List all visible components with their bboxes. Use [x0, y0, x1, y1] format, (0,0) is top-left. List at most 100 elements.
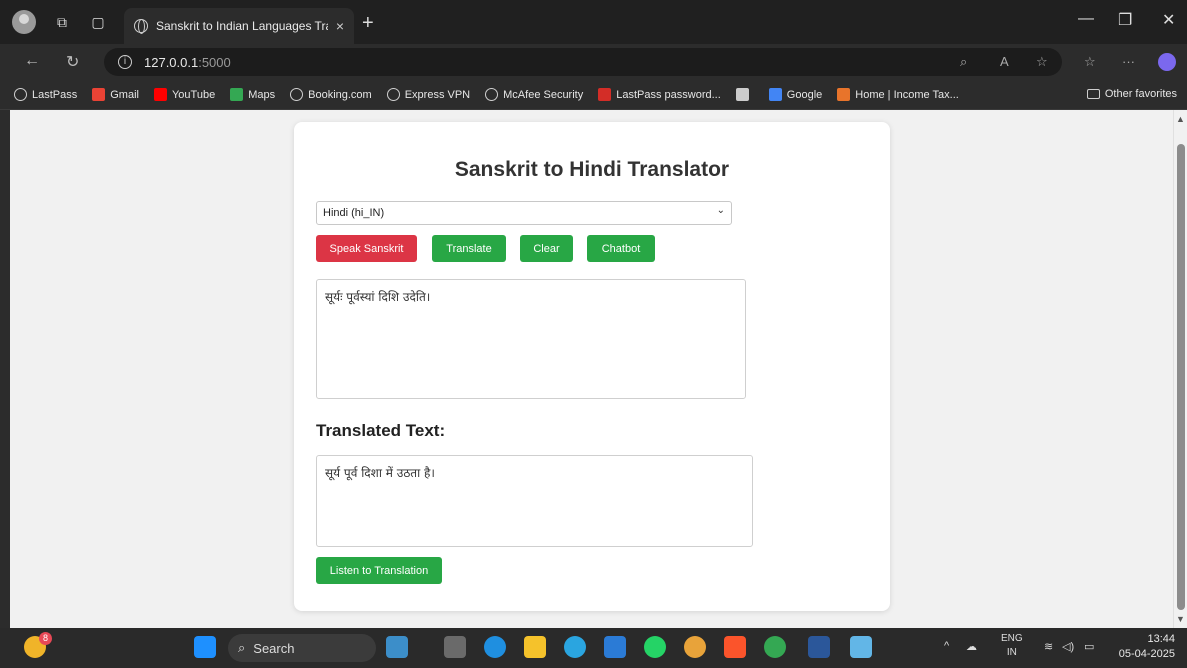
translation-output[interactable]: सूर्य पूर्व दिशा में उठता है। — [316, 455, 753, 547]
bookmark-item[interactable]: Home | Income Tax... — [837, 88, 959, 101]
more-menu-icon[interactable]: ··· — [1122, 54, 1135, 69]
language-select[interactable]: Hindi (hi_IN) ⌄ — [316, 201, 732, 225]
folder-icon — [1086, 89, 1100, 99]
bookmark-label: YouTube — [171, 88, 216, 101]
maps-icon — [230, 88, 244, 101]
clear-button[interactable]: Clear — [520, 235, 573, 262]
taskbar-search[interactable]: ⌕ Search — [228, 634, 376, 662]
other-favorites-label: Other favorites — [1104, 88, 1177, 100]
widgets-icon[interactable] — [386, 636, 408, 658]
bookmark-label: Express VPN — [404, 88, 471, 101]
bookmark-item[interactable]: Maps — [230, 88, 275, 101]
incometax-icon — [837, 88, 851, 101]
window-edge — [0, 110, 10, 628]
copilot-icon[interactable] — [1158, 53, 1176, 71]
chrome-profile-icon[interactable] — [764, 636, 786, 658]
zoom-icon[interactable]: ⌕ — [960, 54, 967, 70]
globe-icon — [386, 88, 400, 101]
bookmark-item[interactable]: Booking.com — [290, 88, 372, 101]
refresh-icon[interactable]: ↻ — [66, 52, 79, 72]
volume-icon[interactable]: ◁) — [1062, 640, 1074, 653]
task-view-icon[interactable] — [444, 636, 466, 658]
close-window-icon[interactable]: ✕ — [1162, 10, 1175, 30]
favorite-star-icon[interactable]: ☆ — [1036, 54, 1048, 70]
input-language[interactable]: ENG IN — [1001, 632, 1023, 660]
whatsapp-icon[interactable] — [644, 636, 666, 658]
clock[interactable]: 13:44 05-04-2025 — [1119, 632, 1175, 662]
network-cloud-icon[interactable]: ☁ — [966, 640, 977, 653]
page-viewport: Sanskrit to Hindi Translator Hindi (hi_I… — [10, 110, 1173, 628]
bookmark-item[interactable]: Express VPN — [386, 88, 471, 101]
lastpass-icon — [598, 88, 612, 101]
google-icon — [768, 88, 782, 101]
bookmark-item[interactable]: YouTube — [153, 88, 216, 101]
bookmark-label: Maps — [248, 88, 276, 101]
restore-icon[interactable]: ❐ — [1118, 10, 1132, 30]
bookmark-label: Google — [786, 88, 823, 101]
bookmark-item[interactable]: LastPass — [14, 88, 77, 101]
weather-icon[interactable]: 8 — [24, 632, 52, 658]
address-bar-row: ← ↻ i 127.0.0.1:5000 ⌕ A ☆ ☆ ··· — [0, 44, 1187, 80]
lang-top: ENG — [1001, 633, 1023, 644]
tray-chevron-icon[interactable]: ^ — [944, 640, 949, 652]
chevron-down-icon: ⌄ — [716, 205, 725, 216]
file-explorer-icon[interactable] — [524, 636, 546, 658]
bookmark-label: Home | Income Tax... — [855, 88, 959, 101]
bookmark-item[interactable] — [735, 88, 754, 101]
globe-icon — [134, 19, 148, 34]
scroll-down-icon[interactable]: ▼ — [1176, 614, 1185, 624]
workspaces-icon[interactable]: ⧉ — [52, 12, 72, 32]
globe-icon — [14, 88, 27, 101]
read-aloud-icon[interactable]: A — [1000, 54, 1009, 69]
speak-sanskrit-button[interactable]: Speak Sanskrit — [316, 235, 417, 262]
tab-title: Sanskrit to Indian Languages Tran — [156, 19, 328, 33]
sanskrit-input[interactable]: सूर्यः पूर्वस्यां दिशि उदेति। — [316, 279, 746, 399]
url-port: :5000 — [198, 54, 231, 70]
scroll-thumb[interactable] — [1177, 144, 1185, 610]
favorites-icon[interactable]: ☆ — [1084, 54, 1096, 70]
search-icon: ⌕ — [238, 640, 246, 655]
taskbar: 8 ⌕ Search ^ ☁ ENG IN ≋ ◁) ▭ 13:44 05-04… — [0, 628, 1187, 668]
other-favorites[interactable]: Other favorites — [1086, 88, 1177, 100]
vscode-icon[interactable] — [604, 636, 626, 658]
globe-icon — [290, 88, 304, 101]
site-info-icon[interactable]: i — [118, 55, 132, 69]
bookmark-item[interactable]: LastPass password... — [598, 88, 721, 101]
word-icon[interactable] — [808, 636, 830, 658]
bookmark-label: McAfee Security — [503, 88, 584, 101]
close-tab-icon[interactable]: × — [336, 18, 344, 34]
bookmark-item[interactable]: Gmail — [92, 88, 139, 101]
edge-icon — [735, 88, 749, 101]
translated-heading: Translated Text: — [316, 421, 446, 440]
youtube-icon — [153, 88, 167, 101]
date: 05-04-2025 — [1118, 648, 1175, 660]
vertical-tabs-icon[interactable]: ▢ — [88, 12, 108, 32]
chrome-icon[interactable] — [684, 636, 706, 658]
bookmark-label: LastPass password... — [616, 88, 721, 101]
back-icon[interactable]: ← — [24, 52, 40, 70]
scroll-up-icon[interactable]: ▲ — [1176, 114, 1185, 124]
page-title: Sanskrit to Hindi Translator — [454, 158, 730, 181]
chatbot-button[interactable]: Chatbot — [587, 235, 655, 262]
translate-button[interactable]: Translate — [432, 235, 506, 262]
edge-icon[interactable] — [484, 636, 506, 658]
windows-start-icon[interactable] — [194, 636, 216, 658]
profile-avatar-icon[interactable] — [12, 10, 36, 34]
bookmark-item[interactable]: McAfee Security — [485, 88, 583, 101]
listen-button[interactable]: Listen to Translation — [316, 557, 442, 584]
brave-icon[interactable] — [724, 636, 746, 658]
url-field[interactable]: i 127.0.0.1:5000 — [104, 48, 1062, 76]
notification-badge: 8 — [39, 632, 52, 645]
tab-active[interactable]: Sanskrit to Indian Languages Tran × — [124, 8, 354, 44]
minimize-icon[interactable]: — — [1078, 10, 1094, 28]
notepad-icon[interactable] — [850, 636, 872, 658]
page-scrollbar[interactable]: ▲ ▼ — [1173, 110, 1187, 628]
bookmark-label: Gmail — [110, 88, 139, 101]
bookmark-item[interactable]: Google — [768, 88, 823, 101]
telegram-icon[interactable] — [564, 636, 586, 658]
bookmark-label: Booking.com — [308, 88, 372, 101]
new-tab-button[interactable]: + — [362, 12, 374, 35]
battery-icon[interactable]: ▭ — [1084, 640, 1094, 653]
wifi-icon[interactable]: ≋ — [1044, 640, 1053, 653]
browser-title-bar: ⧉ ▢ Sanskrit to Indian Languages Tran × … — [0, 0, 1187, 44]
